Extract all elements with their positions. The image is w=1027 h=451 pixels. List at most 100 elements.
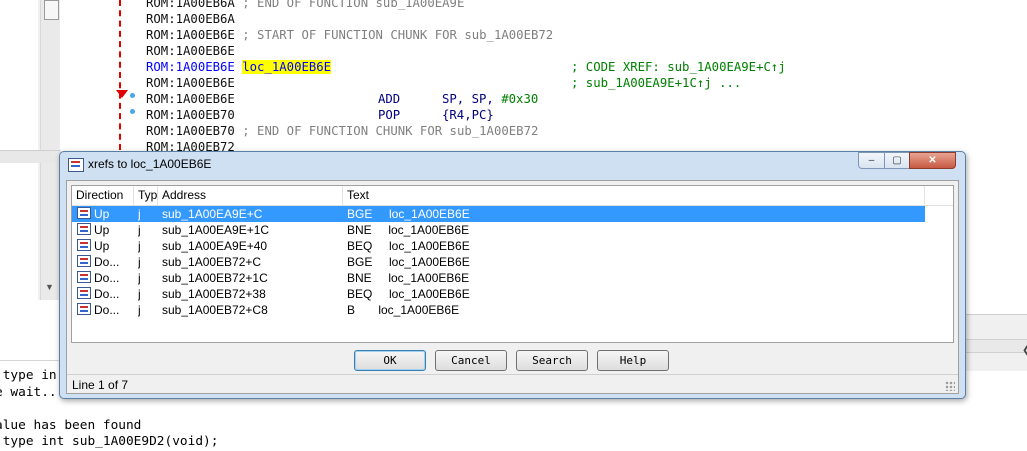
output-line: alue has been found (0, 417, 142, 433)
cell-address: sub_1A00EB72+C (162, 255, 262, 269)
dialog-title: xrefs to loc_1A00EB6E (88, 157, 212, 171)
code-line[interactable]: ROM:1A00EB6E loc_1A00EB6E ; CODE XREF: su… (146, 59, 786, 75)
horizontal-scrollbar[interactable] (966, 339, 1027, 353)
xrefs-list[interactable]: Direction Typ Address Text Up j sub_1A00EA… (71, 185, 954, 343)
code-address: ROM:1A00EB6E (146, 92, 235, 106)
table-row[interactable]: Do... j sub_1A00EB72+1C BNE loc_1A00EB6E (72, 270, 925, 286)
code-address: ROM:1A00EB6E (146, 28, 235, 42)
code-address: ROM:1A00EB6E (146, 60, 235, 74)
scrollbar-thumb[interactable] (44, 0, 59, 20)
column-header-type[interactable]: Typ (134, 186, 158, 205)
dialog-client-area: Direction Typ Address Text Up j sub_1A00EA… (66, 180, 959, 394)
column-header-address[interactable]: Address (158, 186, 343, 205)
table-row[interactable]: Up j sub_1A00EA9E+C BGE loc_1A00EB6E (72, 206, 925, 222)
code-operand-text: {R4,PC} (442, 108, 494, 122)
search-button[interactable]: Search (516, 350, 588, 371)
code-comment: ; END OF FUNCTION sub_1A00EA9E (234, 0, 465, 10)
xref-entry-icon (77, 287, 91, 299)
status-line-count: Line 1 of 7 (72, 378, 129, 392)
xref-entry-icon (77, 207, 91, 219)
flow-arrow-gutter (60, 0, 144, 150)
dialog-statusbar: Line 1 of 7 (67, 374, 958, 394)
code-mnemonic: POP (378, 108, 401, 122)
cell-address: sub_1A00EA9E+1C (162, 223, 270, 237)
xref-entry-icon (77, 271, 91, 283)
close-button[interactable]: ✕ (909, 152, 956, 169)
table-row[interactable]: Do... j sub_1A00EB72+38 BEQ loc_1A00EB6E (72, 286, 925, 302)
breakpoint-dot-icon[interactable] (130, 93, 135, 98)
table-row[interactable]: Up j sub_1A00EA9E+1C BNE loc_1A00EB6E (72, 222, 925, 238)
cell-direction: Do... (94, 271, 120, 285)
right-pane: ❮ (966, 314, 1027, 371)
maximize-button[interactable]: ▢ (884, 152, 910, 169)
column-header-direction[interactable]: Direction (72, 186, 134, 205)
cell-address: sub_1A00EA9E+C (162, 207, 263, 221)
code-line[interactable]: ROM:1A00EB70 POP {R4,PC} (146, 107, 553, 123)
cell-direction: Up (94, 207, 110, 221)
code-operands: SP, SP, #0x30 (442, 91, 538, 107)
dialog-titlebar[interactable]: xrefs to loc_1A00EB6E – ▢ ✕ (60, 152, 965, 176)
code-address: ROM:1A00EB6E (146, 44, 235, 58)
cell-direction: Up (94, 223, 110, 237)
cell-direction: Do... (94, 287, 120, 301)
cell-text: BNE loc_1A00EB6E (347, 271, 470, 285)
xref-entry-icon (77, 239, 91, 251)
code-comment: ; START OF FUNCTION CHUNK FOR sub_1A00EB… (234, 28, 554, 42)
left-pane: ▼ (0, 0, 61, 300)
cell-type: j (138, 239, 141, 253)
table-row[interactable]: Up j sub_1A00EA9E+40 BEQ loc_1A00EB6E (72, 238, 925, 254)
code-line[interactable]: ROM:1A00EB6E (146, 43, 553, 59)
left-pane-divider (0, 150, 60, 163)
ok-button[interactable]: OK (354, 350, 426, 371)
flow-arrow-icon (116, 90, 128, 98)
list-header: Direction Typ Address Text (72, 186, 953, 206)
code-label[interactable]: loc_1A00EB6E (242, 60, 332, 74)
scroll-down-arrow-icon[interactable]: ▼ (45, 282, 54, 292)
code-operands: {R4,PC} (442, 107, 494, 123)
table-row[interactable]: Do... j sub_1A00EB72+C8 B loc_1A00EB6E (72, 302, 925, 318)
cell-text: BNE loc_1A00EB6E (347, 223, 470, 237)
disassembly-listing[interactable]: ROM:1A00EB6A ; END OF FUNCTION sub_1A00E… (146, 0, 786, 155)
cell-address: sub_1A00EA9E+40 (162, 239, 268, 253)
xrefs-dialog[interactable]: xrefs to loc_1A00EB6E – ▢ ✕ Direction Ty… (59, 151, 966, 399)
cell-address: sub_1A00EB72+1C (162, 271, 268, 285)
code-xref-comment[interactable]: ; CODE XREF: sub_1A00EA9E+C↑j (571, 59, 786, 75)
xref-entry-icon (77, 303, 91, 315)
code-line[interactable]: ROM:1A00EB6E ADD SP, SP, #0x30 (146, 91, 553, 107)
table-row[interactable]: Do... j sub_1A00EB72+C BGE loc_1A00EB6E (72, 254, 925, 270)
code-address: ROM:1A00EB70 (146, 108, 235, 122)
dialog-button-bar: OK Cancel Search Help (71, 346, 952, 374)
cell-text: B loc_1A00EB6E (347, 303, 460, 317)
cell-text: BGE loc_1A00EB6E (347, 255, 470, 269)
code-comment: ; END OF FUNCTION CHUNK FOR sub_1A00EB72 (234, 124, 539, 138)
column-header-text[interactable]: Text (343, 186, 925, 205)
breakpoint-dot-icon[interactable] (130, 109, 135, 114)
code-line[interactable]: ROM:1A00EB70 ; END OF FUNCTION CHUNK FOR… (146, 123, 553, 139)
cell-type: j (138, 255, 141, 269)
code-address: ROM:1A00EB6A (146, 0, 235, 10)
code-line[interactable]: ROM:1A00EB6E ; START OF FUNCTION CHUNK F… (146, 27, 553, 43)
code-line[interactable]: ROM:1A00EB6A ; END OF FUNCTION sub_1A00E… (146, 0, 553, 11)
resize-grip-icon[interactable] (945, 381, 955, 391)
cell-text: BEQ loc_1A00EB6E (347, 287, 470, 301)
cell-type: j (138, 287, 141, 301)
xref-entry-icon (77, 223, 91, 235)
cell-type: j (138, 271, 141, 285)
cell-direction: Up (94, 239, 110, 253)
cell-address: sub_1A00EB72+C8 (162, 303, 268, 317)
cell-address: sub_1A00EB72+38 (162, 287, 266, 301)
cancel-button[interactable]: Cancel (435, 350, 507, 371)
window-icon (68, 158, 84, 172)
code-line[interactable]: ROM:1A00EB6E ; sub_1A00EA9E+1C↑j ... (146, 75, 741, 91)
scroll-left-arrow-icon[interactable]: ❮ (1022, 345, 1027, 356)
minimize-button[interactable]: – (858, 152, 885, 169)
code-address: ROM:1A00EB6A (146, 12, 235, 26)
help-button[interactable]: Help (597, 350, 669, 371)
cell-text: BGE loc_1A00EB6E (347, 207, 470, 221)
code-line[interactable]: ROM:1A00EB6A (146, 11, 553, 27)
xref-entry-icon (77, 255, 91, 267)
cell-type: j (138, 303, 141, 317)
cell-text: BEQ loc_1A00EB6E (347, 239, 470, 253)
code-xref-comment[interactable]: ; sub_1A00EA9E+1C↑j ... (571, 75, 741, 91)
